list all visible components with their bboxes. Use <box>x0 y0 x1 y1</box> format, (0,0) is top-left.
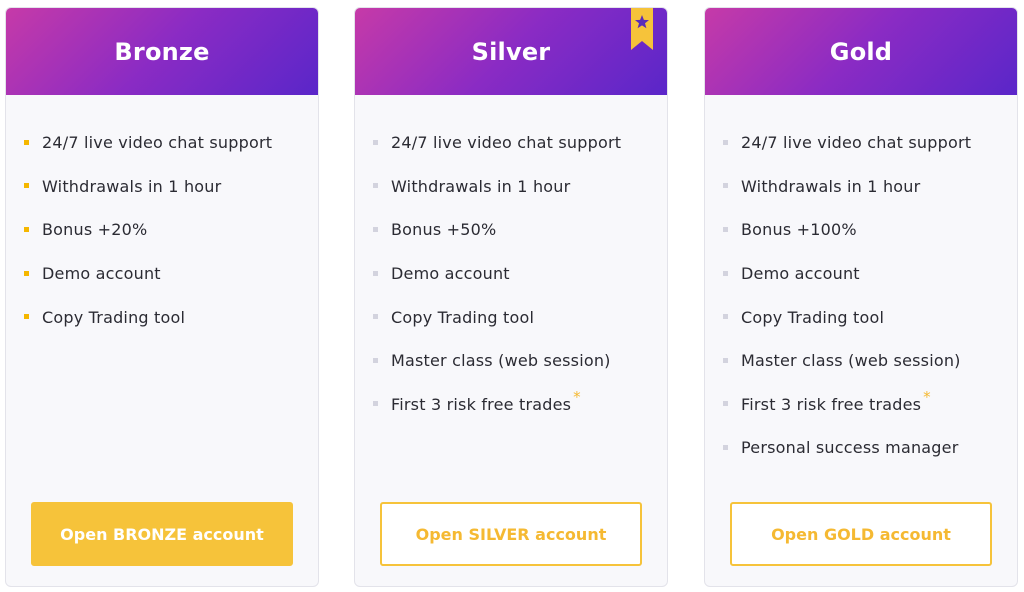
bullet-icon <box>723 314 728 320</box>
bullet-icon <box>373 357 378 363</box>
feature-item: Copy Trading tool <box>373 295 667 339</box>
feature-label: Copy Trading tool <box>42 307 186 327</box>
feature-list: 24/7 live video chat support Withdrawals… <box>705 95 1017 470</box>
feature-label: Withdrawals in 1 hour <box>741 176 921 196</box>
feature-label: Personal success manager <box>741 438 959 458</box>
feature-list: 24/7 live video chat support Withdrawals… <box>6 95 318 339</box>
open-bronze-account-button[interactable]: Open BRONZE account <box>31 502 293 566</box>
footnote-asterisk: * <box>573 388 581 407</box>
feature-item: Master class (web session) <box>373 339 667 383</box>
bullet-icon <box>723 183 728 189</box>
bullet-icon <box>24 139 29 145</box>
feature-label: 24/7 live video chat support <box>391 133 622 153</box>
feature-item: Demo account <box>723 252 1017 296</box>
feature-item: Withdrawals in 1 hour <box>373 165 667 209</box>
bullet-icon <box>373 314 378 320</box>
bullet-icon <box>723 270 728 276</box>
feature-label: Master class (web session) <box>391 351 611 371</box>
bullet-icon <box>24 270 29 276</box>
feature-label: Bonus +20% <box>42 220 148 240</box>
bullet-icon <box>373 226 378 232</box>
bullet-icon <box>373 270 378 276</box>
bullet-icon <box>723 139 728 145</box>
feature-item: 24/7 live video chat support <box>723 121 1017 165</box>
bullet-icon <box>373 401 378 407</box>
bullet-icon <box>723 357 728 363</box>
feature-label: Master class (web session) <box>741 351 961 371</box>
bullet-icon <box>723 444 728 450</box>
feature-label: First 3 risk free trades <box>741 394 922 414</box>
feature-item: 24/7 live video chat support <box>24 121 318 165</box>
plan-title: Gold <box>829 37 893 66</box>
plan-card-gold: Gold 24/7 live video chat support Withdr… <box>704 7 1018 587</box>
feature-label: Demo account <box>741 264 860 284</box>
bullet-icon <box>24 183 29 189</box>
feature-item: Demo account <box>373 252 667 296</box>
feature-label: Bonus +50% <box>391 220 497 240</box>
plan-card-silver: Silver 24/7 live video chat support With… <box>354 7 668 587</box>
feature-item: First 3 risk free trades * <box>723 383 1017 427</box>
feature-item: Bonus +20% <box>24 208 318 252</box>
feature-item: Copy Trading tool <box>24 295 318 339</box>
feature-label: Demo account <box>42 264 161 284</box>
footnote-asterisk: * <box>923 388 931 407</box>
feature-item: 24/7 live video chat support <box>373 121 667 165</box>
bullet-icon <box>24 226 29 232</box>
bullet-icon <box>723 226 728 232</box>
feature-item: Withdrawals in 1 hour <box>24 165 318 209</box>
bullet-icon <box>373 139 378 145</box>
feature-item: Personal success manager <box>723 426 1017 470</box>
pricing-plans: Bronze 24/7 live video chat support With… <box>0 0 1024 592</box>
plan-header: Silver <box>355 8 667 95</box>
plan-title: Bronze <box>114 37 210 66</box>
plan-header: Bronze <box>6 8 318 95</box>
feature-label: Copy Trading tool <box>391 307 535 327</box>
feature-item: Bonus +50% <box>373 208 667 252</box>
feature-item: Bonus +100% <box>723 208 1017 252</box>
feature-label: Withdrawals in 1 hour <box>42 176 222 196</box>
plan-title: Silver <box>471 37 551 66</box>
feature-item: Demo account <box>24 252 318 296</box>
feature-label: 24/7 live video chat support <box>42 133 273 153</box>
feature-item: Withdrawals in 1 hour <box>723 165 1017 209</box>
bullet-icon <box>723 401 728 407</box>
feature-item: Master class (web session) <box>723 339 1017 383</box>
plan-card-bronze: Bronze 24/7 live video chat support With… <box>5 7 319 587</box>
plan-header: Gold <box>705 8 1017 95</box>
bullet-icon <box>24 314 29 320</box>
feature-item: First 3 risk free trades * <box>373 383 667 427</box>
feature-label: Demo account <box>391 264 510 284</box>
feature-label: Copy Trading tool <box>741 307 885 327</box>
open-silver-account-button[interactable]: Open SILVER account <box>380 502 642 566</box>
feature-label: Withdrawals in 1 hour <box>391 176 571 196</box>
feature-label: First 3 risk free trades <box>391 394 572 414</box>
bullet-icon <box>373 183 378 189</box>
feature-item: Copy Trading tool <box>723 295 1017 339</box>
feature-label: Bonus +100% <box>741 220 857 240</box>
feature-label: 24/7 live video chat support <box>741 133 972 153</box>
feature-list: 24/7 live video chat support Withdrawals… <box>355 95 667 426</box>
star-ribbon-icon <box>631 8 653 50</box>
open-gold-account-button[interactable]: Open GOLD account <box>730 502 992 566</box>
